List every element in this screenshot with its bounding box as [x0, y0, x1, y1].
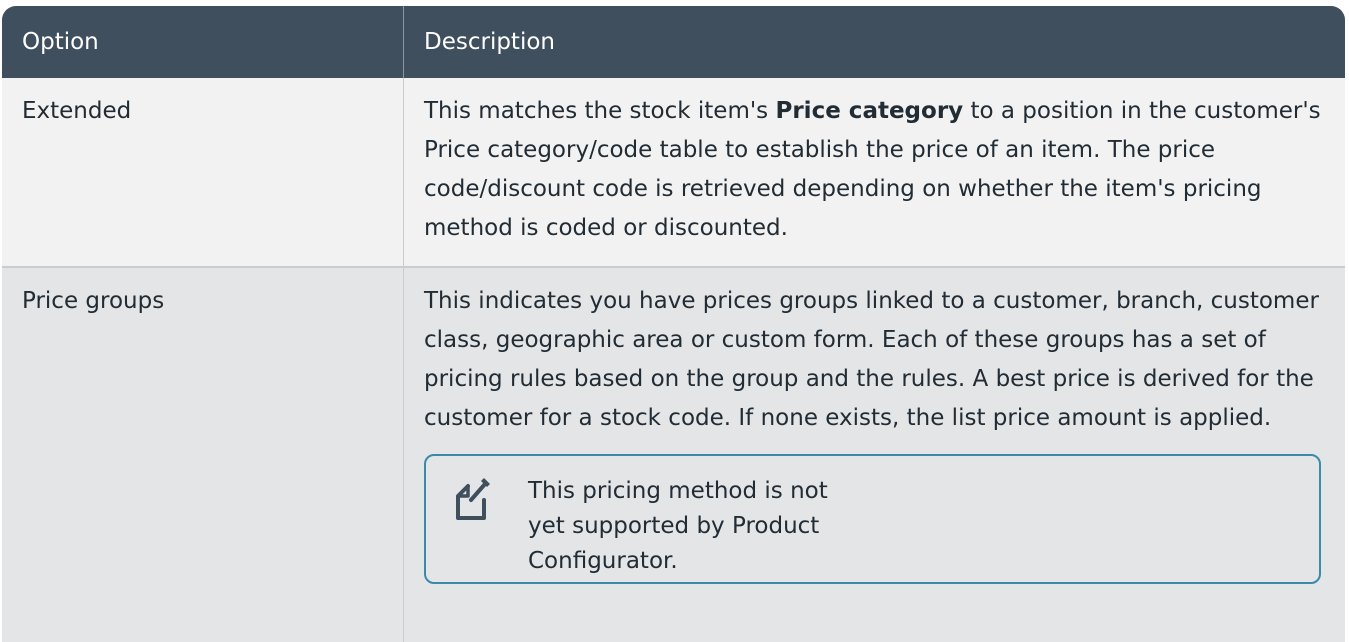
table-row: Price groups This indicates you have pri…	[2, 268, 1345, 642]
note-box: This pricing method is not yet supported…	[424, 454, 1321, 584]
table-row: Extended This matches the stock item's P…	[2, 78, 1345, 268]
table-header: Option Description	[2, 6, 1345, 78]
header-description: Description	[403, 6, 1345, 78]
description-cell: This indicates you have prices groups li…	[403, 268, 1345, 642]
option-cell: Price groups	[22, 288, 165, 314]
description-bold-term: Price category	[775, 98, 964, 124]
description-text: This matches the stock item's	[424, 98, 776, 124]
options-table: Option Description Extended This matches…	[2, 6, 1345, 642]
note-text: This pricing method is not yet supported…	[528, 478, 828, 574]
note-pencil-icon	[456, 478, 490, 520]
description-text: This indicates you have prices groups li…	[424, 288, 1319, 431]
option-cell: Extended	[22, 98, 132, 124]
header-option: Option	[22, 29, 99, 55]
description-cell: This matches the stock item's Price cate…	[403, 78, 1345, 266]
